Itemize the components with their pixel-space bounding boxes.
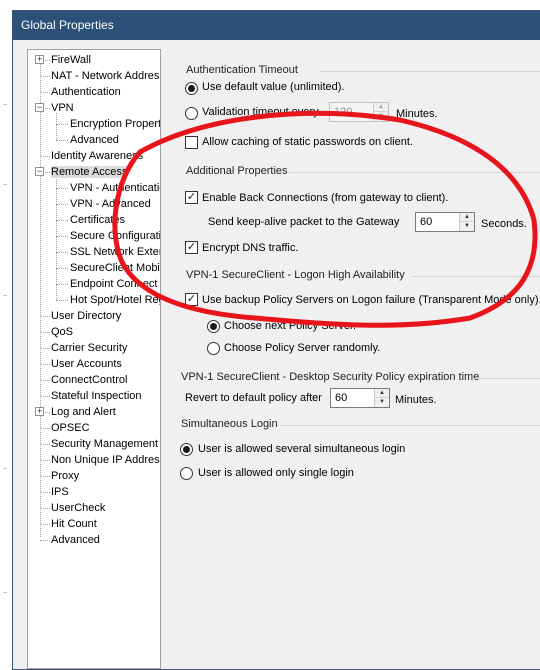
revert-policy-unit: Minutes. <box>395 394 437 406</box>
revert-policy-arrows: ▲ ▼ <box>374 389 389 407</box>
keepalive-arrows: ▲ ▼ <box>459 213 474 231</box>
global-properties-dialog: Global Properties + FireWall NAT - Network… <box>12 10 540 670</box>
spin-up-icon[interactable]: ▲ <box>460 213 474 222</box>
keepalive-unit: Seconds. <box>481 218 527 230</box>
high-availability-heading: VPN-1 SecureClient - Logon High Availabi… <box>186 269 405 281</box>
high-availability-divider <box>412 276 540 277</box>
spin-down-icon[interactable]: ▼ <box>460 222 474 231</box>
choose-next-server-label: Choose next Policy Server. <box>224 320 357 332</box>
caching-passwords-label: Allow caching of static passwords on cli… <box>202 136 413 148</box>
validation-timeout-label: Validation timeout every <box>202 106 319 118</box>
spin-up-icon[interactable]: ▲ <box>375 389 389 398</box>
keepalive-spinner[interactable]: 60 ▲ ▼ <box>415 212 475 232</box>
revert-policy-spinner[interactable]: 60 ▲ ▼ <box>330 388 390 408</box>
auth-timeout-divider <box>319 71 540 72</box>
encrypt-dns-checkbox[interactable]: ✓ <box>185 241 198 254</box>
window-title: Global Properties <box>21 18 114 32</box>
policy-expiration-heading: VPN-1 SecureClient - Desktop Security Po… <box>181 371 480 383</box>
additional-properties-divider <box>289 172 540 173</box>
validation-timeout-unit: Minutes. <box>396 108 438 120</box>
title-bar: Global Properties <box>13 11 540 40</box>
single-login-radio[interactable] <box>180 467 193 480</box>
simultaneous-login-divider <box>281 425 540 426</box>
keepalive-value: 60 <box>420 216 433 228</box>
revert-policy-value: 60 <box>335 392 348 404</box>
auth-timeout-heading: Authentication Timeout <box>186 64 298 76</box>
spin-up-icon[interactable]: ▲ <box>374 103 388 112</box>
single-login-label: User is allowed only single login <box>198 467 354 479</box>
background-window-edge <box>0 0 12 652</box>
validation-timeout-value: 120 <box>334 106 353 118</box>
choose-random-server-radio[interactable] <box>207 342 220 355</box>
spin-down-icon[interactable]: ▼ <box>375 398 389 407</box>
policy-expiration-divider <box>472 378 540 379</box>
remote-access-panel: Authentication Timeout Use default value… <box>13 40 540 669</box>
default-timeout-radio[interactable] <box>185 82 198 95</box>
backup-policy-servers-label: Use backup Policy Servers on Logon failu… <box>202 294 540 306</box>
additional-properties-heading: Additional Properties <box>186 165 288 177</box>
spin-down-icon[interactable]: ▼ <box>374 112 388 121</box>
dialog-client-area: + FireWall NAT - Network Address Authentica… <box>13 40 540 669</box>
validation-timeout-radio[interactable] <box>185 107 198 120</box>
choose-random-server-label: Choose Policy Server randomly. <box>224 342 381 354</box>
simultaneous-login-heading: Simultaneous Login <box>181 418 278 430</box>
choose-next-server-radio[interactable] <box>207 320 220 333</box>
default-timeout-label: Use default value (unlimited). <box>202 81 345 93</box>
caching-passwords-checkbox[interactable] <box>185 136 198 149</box>
back-connections-label: Enable Back Connections (from gateway to… <box>202 192 449 204</box>
encrypt-dns-label: Encrypt DNS traffic. <box>202 242 299 254</box>
several-logins-radio[interactable] <box>180 443 193 456</box>
keepalive-label: Send keep-alive packet to the Gateway <box>208 216 400 228</box>
validation-timeout-arrows: ▲ ▼ <box>373 103 388 121</box>
back-connections-checkbox[interactable]: ✓ <box>185 191 198 204</box>
validation-timeout-spinner[interactable]: 120 ▲ ▼ <box>329 102 389 122</box>
several-logins-label: User is allowed several simultaneous log… <box>198 443 406 455</box>
revert-policy-label: Revert to default policy after <box>185 392 322 404</box>
backup-policy-servers-checkbox[interactable]: ✓ <box>185 293 198 306</box>
